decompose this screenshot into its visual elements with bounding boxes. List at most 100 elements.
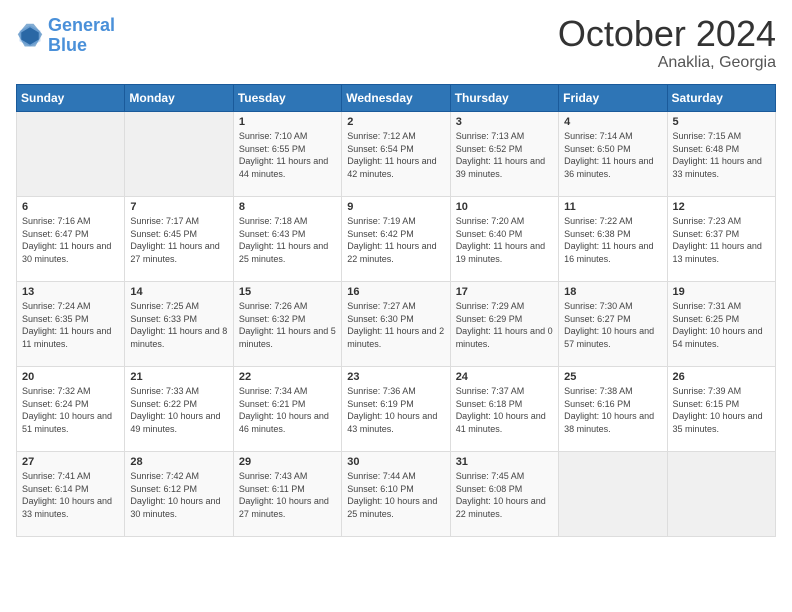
calendar-week-row: 27 Sunrise: 7:41 AM Sunset: 6:14 PM Dayli…: [17, 452, 776, 537]
calendar-cell: 22 Sunrise: 7:34 AM Sunset: 6:21 PM Dayli…: [233, 367, 341, 452]
day-info: Sunrise: 7:20 AM Sunset: 6:40 PM Dayligh…: [456, 215, 553, 265]
logo-line2: Blue: [48, 35, 87, 55]
calendar-cell: [17, 112, 125, 197]
calendar-cell: 30Sunrise: 7:44 AM Sunset: 6:10 PM Dayli…: [342, 452, 450, 537]
calendar-cell: 29 Sunrise: 7:43 AM Sunset: 6:11 PM Dayli…: [233, 452, 341, 537]
weekday-header: Tuesday: [233, 85, 341, 112]
day-info: Sunrise: 7:18 AM Sunset: 6:43 PM Dayligh…: [239, 215, 336, 265]
day-number: 16: [347, 286, 444, 298]
day-info: Sunrise: 7:45 AM Sunset: 6:08 PM Dayligh…: [456, 470, 553, 520]
weekday-header: Saturday: [667, 85, 775, 112]
day-number: 27: [22, 456, 119, 468]
calendar-cell: 25 Sunrise: 7:38 AM Sunset: 6:16 PM Dayli…: [559, 367, 667, 452]
page-header: General Blue October 2024 Anaklia, Georg…: [16, 16, 776, 72]
day-number: 19: [673, 286, 770, 298]
calendar-cell: 27 Sunrise: 7:41 AM Sunset: 6:14 PM Dayli…: [17, 452, 125, 537]
calendar-cell: 4 Sunrise: 7:14 AM Sunset: 6:50 PM Daylig…: [559, 112, 667, 197]
calendar-cell: 12 Sunrise: 7:23 AM Sunset: 6:37 PM Dayli…: [667, 197, 775, 282]
calendar-cell: [559, 452, 667, 537]
logo-line1: General: [48, 15, 115, 35]
day-info: Sunrise: 7:30 AM Sunset: 6:27 PM Dayligh…: [564, 300, 661, 350]
day-number: 25: [564, 371, 661, 383]
day-info: Sunrise: 7:44 AM Sunset: 6:10 PM Dayligh…: [347, 470, 444, 520]
calendar-cell: 7 Sunrise: 7:17 AM Sunset: 6:45 PM Daylig…: [125, 197, 233, 282]
calendar-cell: 1 Sunrise: 7:10 AM Sunset: 6:55 PM Daylig…: [233, 112, 341, 197]
day-info: Sunrise: 7:12 AM Sunset: 6:54 PM Dayligh…: [347, 130, 444, 180]
day-info: Sunrise: 7:33 AM Sunset: 6:22 PM Dayligh…: [130, 385, 227, 435]
weekday-header: Wednesday: [342, 85, 450, 112]
calendar-cell: 15 Sunrise: 7:26 AM Sunset: 6:32 PM Dayli…: [233, 282, 341, 367]
calendar-cell: [125, 112, 233, 197]
calendar-cell: 28Sunrise: 7:42 AM Sunset: 6:12 PM Dayli…: [125, 452, 233, 537]
day-number: 23: [347, 371, 444, 383]
calendar-cell: 18 Sunrise: 7:30 AM Sunset: 6:27 PM Dayli…: [559, 282, 667, 367]
day-number: 3: [456, 116, 553, 128]
calendar-week-row: 20Sunrise: 7:32 AM Sunset: 6:24 PM Dayli…: [17, 367, 776, 452]
calendar-cell: 19 Sunrise: 7:31 AM Sunset: 6:25 PM Dayli…: [667, 282, 775, 367]
day-number: 12: [673, 201, 770, 213]
day-number: 14: [130, 286, 227, 298]
day-number: 4: [564, 116, 661, 128]
calendar-cell: [667, 452, 775, 537]
weekday-header: Monday: [125, 85, 233, 112]
calendar-cell: 10 Sunrise: 7:20 AM Sunset: 6:40 PM Dayli…: [450, 197, 558, 282]
day-number: 7: [130, 201, 227, 213]
day-number: 22: [239, 371, 336, 383]
day-info: Sunrise: 7:15 AM Sunset: 6:48 PM Dayligh…: [673, 130, 770, 180]
day-info: Sunrise: 7:43 AM Sunset: 6:11 PM Dayligh…: [239, 470, 336, 520]
calendar-cell: 6Sunrise: 7:16 AM Sunset: 6:47 PM Daylig…: [17, 197, 125, 282]
weekday-header: Friday: [559, 85, 667, 112]
calendar-cell: 13Sunrise: 7:24 AM Sunset: 6:35 PM Dayli…: [17, 282, 125, 367]
day-info: Sunrise: 7:10 AM Sunset: 6:55 PM Dayligh…: [239, 130, 336, 180]
day-number: 24: [456, 371, 553, 383]
day-info: Sunrise: 7:32 AM Sunset: 6:24 PM Dayligh…: [22, 385, 119, 435]
day-info: Sunrise: 7:34 AM Sunset: 6:21 PM Dayligh…: [239, 385, 336, 435]
day-info: Sunrise: 7:36 AM Sunset: 6:19 PM Dayligh…: [347, 385, 444, 435]
day-number: 29: [239, 456, 336, 468]
calendar-cell: 17 Sunrise: 7:29 AM Sunset: 6:29 PM Dayli…: [450, 282, 558, 367]
calendar-cell: 8 Sunrise: 7:18 AM Sunset: 6:43 PM Daylig…: [233, 197, 341, 282]
day-number: 10: [456, 201, 553, 213]
calendar-week-row: 1 Sunrise: 7:10 AM Sunset: 6:55 PM Daylig…: [17, 112, 776, 197]
day-number: 18: [564, 286, 661, 298]
day-info: Sunrise: 7:24 AM Sunset: 6:35 PM Dayligh…: [22, 300, 119, 350]
calendar-cell: 21Sunrise: 7:33 AM Sunset: 6:22 PM Dayli…: [125, 367, 233, 452]
day-info: Sunrise: 7:41 AM Sunset: 6:14 PM Dayligh…: [22, 470, 119, 520]
day-info: Sunrise: 7:19 AM Sunset: 6:42 PM Dayligh…: [347, 215, 444, 265]
calendar-cell: 23 Sunrise: 7:36 AM Sunset: 6:19 PM Dayli…: [342, 367, 450, 452]
day-info: Sunrise: 7:17 AM Sunset: 6:45 PM Dayligh…: [130, 215, 227, 265]
weekday-header: Sunday: [17, 85, 125, 112]
title-block: October 2024 Anaklia, Georgia: [558, 16, 776, 72]
day-number: 9: [347, 201, 444, 213]
calendar-cell: 26Sunrise: 7:39 AM Sunset: 6:15 PM Dayli…: [667, 367, 775, 452]
calendar-cell: 14 Sunrise: 7:25 AM Sunset: 6:33 PM Dayli…: [125, 282, 233, 367]
day-info: Sunrise: 7:25 AM Sunset: 6:33 PM Dayligh…: [130, 300, 227, 350]
day-number: 5: [673, 116, 770, 128]
day-info: Sunrise: 7:14 AM Sunset: 6:50 PM Dayligh…: [564, 130, 661, 180]
day-info: Sunrise: 7:29 AM Sunset: 6:29 PM Dayligh…: [456, 300, 553, 350]
day-info: Sunrise: 7:42 AM Sunset: 6:12 PM Dayligh…: [130, 470, 227, 520]
calendar-week-row: 6Sunrise: 7:16 AM Sunset: 6:47 PM Daylig…: [17, 197, 776, 282]
day-number: 11: [564, 201, 661, 213]
day-number: 8: [239, 201, 336, 213]
day-info: Sunrise: 7:26 AM Sunset: 6:32 PM Dayligh…: [239, 300, 336, 350]
calendar-cell: 20Sunrise: 7:32 AM Sunset: 6:24 PM Dayli…: [17, 367, 125, 452]
day-info: Sunrise: 7:31 AM Sunset: 6:25 PM Dayligh…: [673, 300, 770, 350]
day-info: Sunrise: 7:37 AM Sunset: 6:18 PM Dayligh…: [456, 385, 553, 435]
calendar-cell: 2Sunrise: 7:12 AM Sunset: 6:54 PM Daylig…: [342, 112, 450, 197]
day-number: 17: [456, 286, 553, 298]
calendar-body: 1 Sunrise: 7:10 AM Sunset: 6:55 PM Daylig…: [17, 112, 776, 537]
calendar-cell: 16Sunrise: 7:27 AM Sunset: 6:30 PM Dayli…: [342, 282, 450, 367]
calendar-header: SundayMondayTuesdayWednesdayThursdayFrid…: [17, 85, 776, 112]
day-info: Sunrise: 7:16 AM Sunset: 6:47 PM Dayligh…: [22, 215, 119, 265]
day-number: 15: [239, 286, 336, 298]
calendar-cell: 24 Sunrise: 7:37 AM Sunset: 6:18 PM Dayli…: [450, 367, 558, 452]
calendar-cell: 5 Sunrise: 7:15 AM Sunset: 6:48 PM Daylig…: [667, 112, 775, 197]
header-row: SundayMondayTuesdayWednesdayThursdayFrid…: [17, 85, 776, 112]
day-info: Sunrise: 7:23 AM Sunset: 6:37 PM Dayligh…: [673, 215, 770, 265]
day-info: Sunrise: 7:38 AM Sunset: 6:16 PM Dayligh…: [564, 385, 661, 435]
day-number: 1: [239, 116, 336, 128]
day-number: 26: [673, 371, 770, 383]
logo: General Blue: [16, 16, 115, 56]
day-info: Sunrise: 7:13 AM Sunset: 6:52 PM Dayligh…: [456, 130, 553, 180]
